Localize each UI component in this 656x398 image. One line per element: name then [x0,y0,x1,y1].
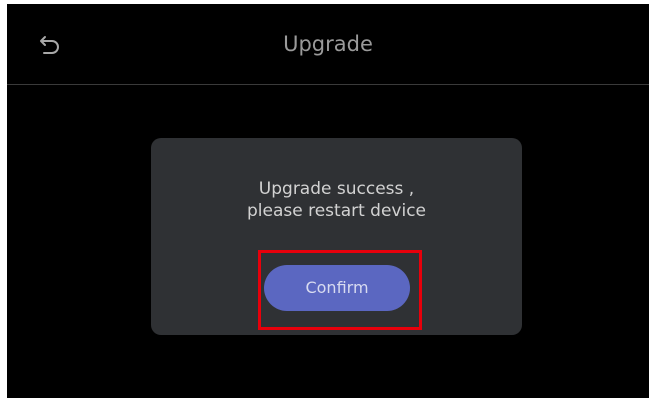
dialog-message-line-1: Upgrade success , [258,179,415,199]
dialog-message: Upgrade success , please restart device [151,178,522,222]
back-arrow-icon [40,36,59,54]
page-title: Upgrade [283,32,373,56]
back-button[interactable] [33,28,67,62]
header-divider [7,84,649,85]
header-bar: Upgrade [7,4,649,84]
dialog-message-line-2: please restart device [246,201,427,221]
upgrade-dialog: Upgrade success , please restart device … [151,138,522,335]
device-screen: Upgrade Upgrade success , please restart… [7,4,649,398]
confirm-button[interactable]: Confirm [264,265,410,311]
